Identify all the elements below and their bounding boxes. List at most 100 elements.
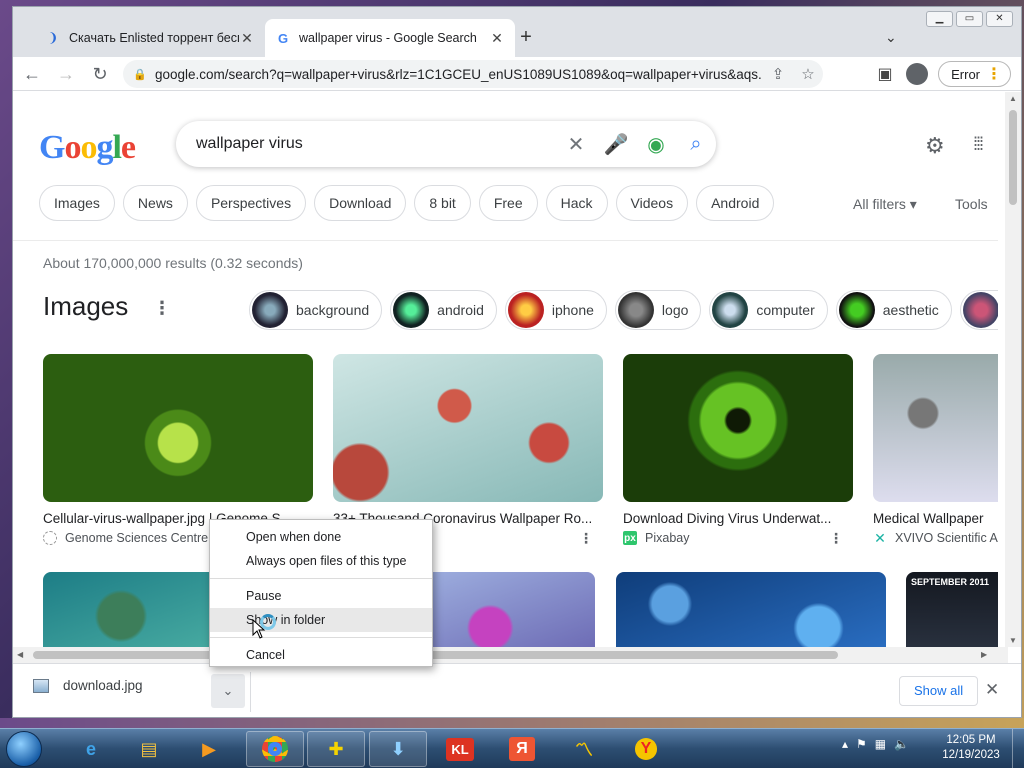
chip-hack[interactable]: Hack <box>545 185 608 221</box>
chip-free[interactable]: Free <box>478 185 538 221</box>
bookmark-star-icon[interactable]: ☆ <box>793 65 823 83</box>
scroll-left-icon[interactable]: ◀ <box>17 647 23 663</box>
yandex-browser-icon[interactable]: Y <box>617 731 675 767</box>
result-more-icon[interactable]: ⋮ <box>829 530 843 547</box>
refine-chip-background[interactable]: background <box>249 290 383 330</box>
download-item[interactable]: download.jpg <box>33 678 143 693</box>
scroll-right-icon[interactable]: ▶ <box>981 647 987 663</box>
chip-download[interactable]: Download <box>314 185 407 221</box>
search-input[interactable]: wallpaper virus <box>196 135 556 153</box>
google-logo[interactable]: Google <box>39 129 136 167</box>
menu-item-open-when-done[interactable]: Open when done <box>210 525 432 549</box>
tab-search-chevron-icon[interactable]: ⌄ <box>885 29 897 46</box>
refine-chip-iphone[interactable]: iphone <box>504 290 607 330</box>
tray-volume-icon[interactable]: 🔈 <box>894 737 909 751</box>
minimize-button[interactable]: ▁ <box>926 11 953 27</box>
chip-videos[interactable]: Videos <box>615 185 689 221</box>
close-shelf-icon[interactable]: ✕ <box>985 680 999 700</box>
result-thumbnail[interactable]: SEPTEMBER 2011 <box>906 572 998 647</box>
search-box[interactable]: wallpaper virus ✕ 🎤 ◉ ⌕ <box>176 121 716 167</box>
download-filename[interactable]: download.jpg <box>63 678 143 693</box>
tray-flag-icon[interactable]: ⚑ <box>856 737 867 751</box>
profile-avatar[interactable] <box>906 63 929 85</box>
media-player-icon[interactable]: ▶ <box>180 731 238 767</box>
download-options-chevron-icon[interactable]: ⌄ <box>211 674 245 708</box>
tools-button[interactable]: Tools <box>955 196 988 212</box>
horizontal-scrollbar[interactable]: ◀ ▶ <box>13 647 1008 663</box>
refine-chip-aesthetic[interactable]: aesthetic <box>835 290 952 330</box>
clock-time: 12:05 PM <box>946 734 996 746</box>
address-bar[interactable]: 🔒 google.com/search?q=wallpaper+virus&rl… <box>123 60 823 88</box>
url-text[interactable]: google.com/search?q=wallpaper+virus&rlz=… <box>155 67 763 82</box>
tab-close-icon[interactable]: ✕ <box>239 30 255 47</box>
show-desktop-button[interactable] <box>1012 729 1024 768</box>
image-result[interactable]: Download Diving Virus Underwat... px Pixa… <box>623 354 853 547</box>
result-source[interactable]: px Pixabay <box>623 531 853 545</box>
image-result[interactable]: Cellular-virus-wallpaper.jpg | Genome S.… <box>43 354 313 545</box>
lens-camera-icon[interactable]: ◉ <box>636 132 676 157</box>
image-result[interactable]: Medical Wallpaper ✕ XVIVO Scientific A <box>873 354 998 545</box>
reload-icon[interactable]: ↻ <box>85 59 115 89</box>
menu-item-show-in-folder[interactable]: Show in folder <box>210 608 432 632</box>
share-icon[interactable]: ⇪ <box>763 65 793 83</box>
result-thumbnail[interactable] <box>873 354 998 502</box>
new-tab-button[interactable]: + <box>515 27 537 49</box>
images-more-icon[interactable]: ⋮ <box>153 298 171 319</box>
error-button[interactable]: Error ⋮ <box>938 61 1011 87</box>
microphone-icon[interactable]: 🎤 <box>596 132 636 157</box>
apps-grid-icon[interactable]: ⁞⁞⁞ <box>973 134 984 155</box>
scroll-thumb[interactable] <box>33 651 838 659</box>
all-filters-button[interactable]: All filters ▾ <box>853 196 917 213</box>
file-explorer-icon[interactable]: ▤ <box>120 731 178 767</box>
refine-chip-android[interactable]: android <box>390 290 497 330</box>
vertical-scrollbar[interactable]: ▲ ▼ <box>1005 92 1021 647</box>
tab-google-search[interactable]: G wallpaper virus - Google Search ✕ <box>265 19 515 57</box>
result-thumbnail[interactable] <box>43 354 313 502</box>
chip-android[interactable]: Android <box>696 185 775 221</box>
result-thumbnail[interactable] <box>333 354 603 502</box>
internet-explorer-icon[interactable]: e <box>62 731 120 767</box>
result-thumbnail[interactable] <box>616 572 886 647</box>
chip-perspectives[interactable]: Perspectives <box>195 185 307 221</box>
scroll-up-icon[interactable]: ▲ <box>1005 94 1021 103</box>
green-plus-app-icon[interactable]: ✚ <box>307 731 365 767</box>
settings-gear-icon[interactable]: ⚙ <box>925 133 945 159</box>
refine-chip-logo[interactable]: logo <box>614 290 702 330</box>
forward-arrow-icon[interactable]: → <box>51 59 81 89</box>
show-all-button[interactable]: Show all <box>899 676 979 706</box>
result-more-icon[interactable]: ⋮ <box>579 530 593 547</box>
start-button[interactable] <box>6 731 42 767</box>
result-title[interactable]: Download Diving Virus Underwat... <box>623 511 853 526</box>
scroll-thumb[interactable] <box>1009 110 1017 205</box>
menu-item-cancel[interactable]: Cancel <box>210 643 432 667</box>
result-source[interactable]: ✕ XVIVO Scientific A <box>873 531 998 545</box>
scroll-down-icon[interactable]: ▼ <box>1005 636 1021 645</box>
maximize-button[interactable]: ▭ <box>956 11 983 27</box>
chip-8-bit[interactable]: 8 bit <box>414 185 471 221</box>
chrome-icon[interactable] <box>246 731 304 767</box>
lock-icon[interactable]: 🔒 <box>133 68 147 81</box>
side-panel-icon[interactable]: ▣ <box>874 64 896 84</box>
tab-enlisted[interactable]: ❩ Скачать Enlisted торрент беспла ✕ <box>35 19 265 57</box>
download-manager-icon[interactable]: ⬇ <box>369 731 427 767</box>
result-title[interactable]: Medical Wallpaper <box>873 511 998 526</box>
system-clock[interactable]: 12:05 PM 12/19/2023 <box>936 733 1006 763</box>
yandex-music-icon[interactable]: 〽 <box>555 731 613 767</box>
result-thumbnail[interactable] <box>623 354 853 502</box>
tray-expand-icon[interactable]: ▴ <box>842 737 848 751</box>
tray-network-icon[interactable]: ▦ <box>875 737 886 751</box>
menu-item-pause[interactable]: Pause <box>210 584 432 608</box>
image-result[interactable]: 33+ Thousand Coronavirus Wallpaper Ro...… <box>333 354 603 546</box>
close-window-button[interactable]: ✕ <box>986 11 1013 27</box>
back-arrow-icon[interactable]: ← <box>17 59 47 89</box>
yandex-icon[interactable]: Я <box>493 731 551 767</box>
chip-images[interactable]: Images <box>39 185 115 221</box>
refine-chip-computer[interactable]: computer <box>709 290 828 330</box>
kl-app-icon[interactable]: KL <box>431 731 489 767</box>
clear-icon[interactable]: ✕ <box>556 132 596 157</box>
refine-chip-more[interactable] <box>959 290 998 330</box>
tab-close-icon[interactable]: ✕ <box>489 30 505 47</box>
search-icon[interactable]: ⌕ <box>676 133 716 156</box>
chip-news[interactable]: News <box>122 185 188 221</box>
menu-item-always-open[interactable]: Always open files of this type <box>210 549 432 573</box>
